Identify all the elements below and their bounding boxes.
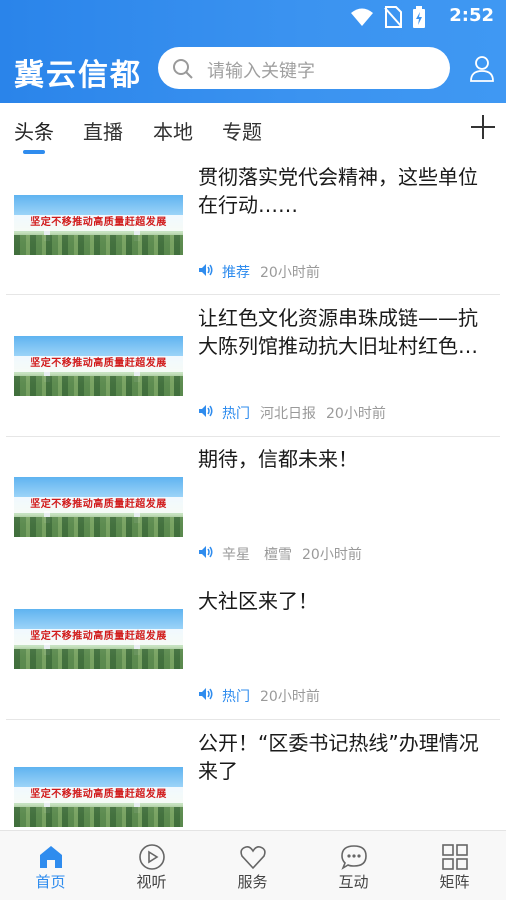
news-meta: 热门 20小时前 [198, 686, 320, 706]
play-icon [138, 843, 166, 871]
news-title[interactable]: 公开！“区委书记热线”办理情况来了 [198, 729, 490, 785]
home-icon [37, 843, 65, 871]
no-sim-icon [384, 6, 402, 32]
news-thumbnail: 坚定不移推动高质量赶超发展 [14, 336, 183, 396]
news-title[interactable]: 期待，信都未来！ [198, 445, 490, 473]
search-icon [171, 57, 195, 85]
user-icon[interactable] [469, 54, 495, 86]
thumbnail-banner-text: 坚定不移推动高质量赶超发展 [14, 629, 183, 645]
thumbnail-banner-text: 坚定不移推动高质量赶超发展 [14, 787, 183, 803]
grid-icon [441, 843, 469, 871]
divider [6, 436, 500, 437]
news-tag: 推荐 [222, 265, 250, 281]
news-meta: 辛星 檀雪 20小时前 [198, 544, 362, 564]
news-thumbnail: 坚定不移推动高质量赶超发展 [14, 767, 183, 827]
news-item[interactable]: 坚定不移推动高质量赶超发展 贯彻落实党代会精神，这些单位在行动…… 推荐 20小… [0, 159, 506, 300]
thumbnail-banner-text: 坚定不移推动高质量赶超发展 [14, 215, 183, 231]
status-bar: 2:52 [0, 0, 506, 34]
news-title[interactable]: 让红色文化资源串珠成链——抗大陈列馆推动抗大旧址村红色… [198, 304, 490, 360]
chat-icon [340, 843, 368, 871]
app-header: 2:52 冀云信都 请输入关键字 [0, 0, 506, 103]
status-time: 2:52 [449, 5, 494, 26]
nav-media[interactable]: 视听 [101, 831, 202, 900]
channel-tabs: 头条 直播 本地 专题 [0, 103, 506, 159]
news-time: 20小时前 [326, 406, 386, 422]
nav-label: 服务 [237, 873, 268, 891]
news-thumbnail: 坚定不移推动高质量赶超发展 [14, 609, 183, 669]
news-time: 20小时前 [260, 265, 320, 281]
nav-label: 视听 [136, 873, 167, 891]
news-time: 20小时前 [260, 689, 320, 705]
heart-icon [239, 843, 267, 871]
news-feed: 坚定不移推动高质量赶超发展 贯彻落实党代会精神，这些单位在行动…… 推荐 20小… [0, 159, 506, 830]
nav-matrix[interactable]: 矩阵 [404, 831, 505, 900]
news-title[interactable]: 大社区来了！ [198, 587, 490, 615]
app-title: 冀云信都 [14, 58, 142, 93]
news-time: 20小时前 [302, 547, 362, 563]
thumbnail-banner-text: 坚定不移推动高质量赶超发展 [14, 356, 183, 372]
nav-label: 互动 [338, 873, 369, 891]
nav-interact[interactable]: 互动 [303, 831, 404, 900]
divider [6, 719, 500, 720]
speaker-icon[interactable] [198, 545, 214, 563]
news-item[interactable]: 坚定不移推动高质量赶超发展 大社区来了！ 热门 20小时前 [0, 583, 506, 724]
battery-charging-icon [412, 6, 426, 32]
add-channel-icon[interactable] [470, 114, 496, 144]
search-input[interactable]: 请输入关键字 [158, 47, 450, 89]
news-item[interactable]: 坚定不移推动高质量赶超发展 期待，信都未来！ 辛星 檀雪 20小时前 [0, 441, 506, 582]
search-placeholder: 请输入关键字 [207, 61, 315, 82]
news-meta: 推荐 20小时前 [198, 262, 320, 282]
tab-topics[interactable]: 专题 [222, 116, 262, 145]
thumbnail-banner-text: 坚定不移推动高质量赶超发展 [14, 497, 183, 513]
tab-local[interactable]: 本地 [153, 116, 193, 145]
tab-headlines[interactable]: 头条 [14, 116, 54, 145]
news-source: 河北日报 [260, 406, 316, 422]
news-meta: 热门 河北日报 20小时前 [198, 403, 386, 423]
speaker-icon[interactable] [198, 263, 214, 281]
divider [6, 294, 500, 295]
news-item[interactable]: 坚定不移推动高质量赶超发展 公开！“区委书记热线”办理情况来了 [0, 725, 506, 830]
status-icons [350, 6, 426, 32]
nav-home[interactable]: 首页 [0, 831, 101, 900]
news-tag: 热门 [222, 406, 250, 422]
nav-label: 矩阵 [439, 873, 470, 891]
news-thumbnail: 坚定不移推动高质量赶超发展 [14, 477, 183, 537]
active-tab-indicator [23, 150, 45, 154]
news-source: 辛星 檀雪 [222, 547, 292, 563]
news-item[interactable]: 坚定不移推动高质量赶超发展 让红色文化资源串珠成链——抗大陈列馆推动抗大旧址村红… [0, 300, 506, 441]
bottom-navigation: 首页 视听 服务 互动 矩阵 [0, 830, 506, 900]
speaker-icon[interactable] [198, 687, 214, 705]
news-thumbnail: 坚定不移推动高质量赶超发展 [14, 195, 183, 255]
news-tag: 热门 [222, 689, 250, 705]
wifi-icon [350, 7, 374, 31]
speaker-icon[interactable] [198, 404, 214, 422]
tab-live[interactable]: 直播 [83, 116, 123, 145]
news-title[interactable]: 贯彻落实党代会精神，这些单位在行动…… [198, 163, 490, 219]
nav-label: 首页 [35, 873, 66, 891]
nav-services[interactable]: 服务 [202, 831, 303, 900]
